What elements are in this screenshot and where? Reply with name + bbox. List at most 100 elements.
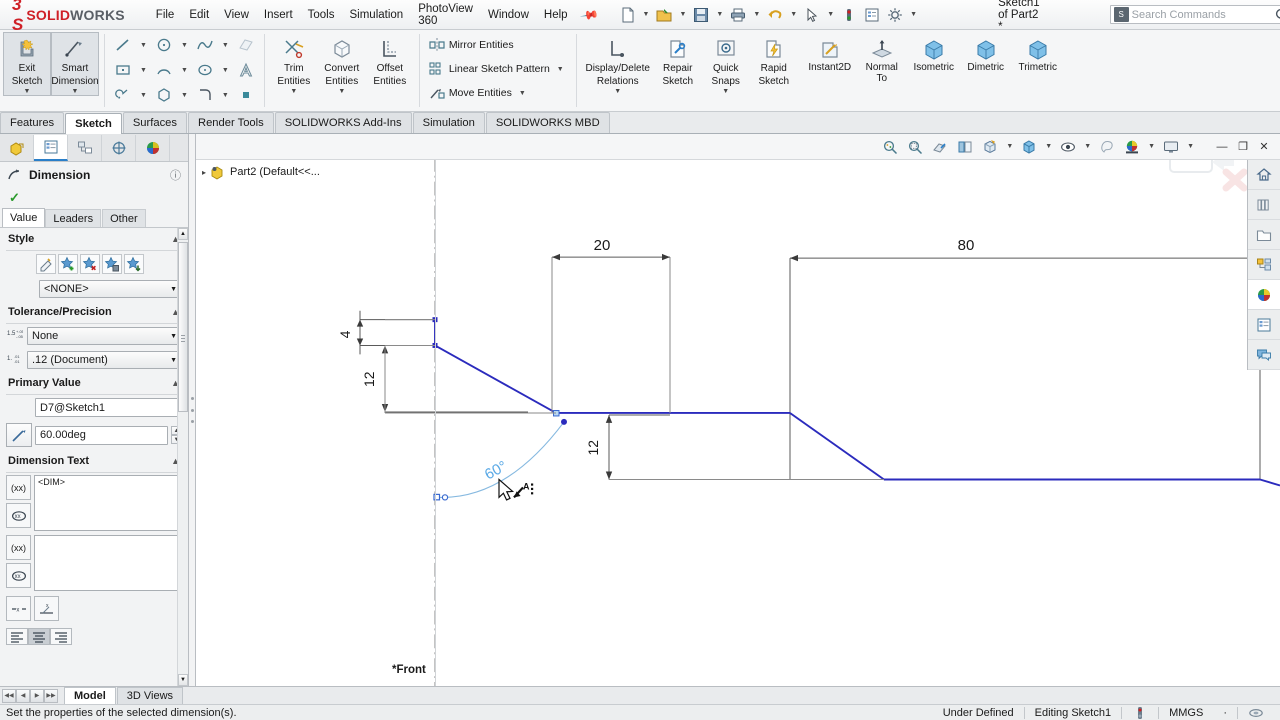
feature-manager-tab[interactable] [0, 134, 34, 161]
nav-prev-button[interactable]: ◀ [16, 688, 30, 703]
hide-show-items-icon[interactable] [1056, 136, 1080, 158]
magnifier-icon[interactable] [1274, 7, 1280, 23]
status-units[interactable]: MMGS [1159, 707, 1213, 719]
add-symbol-icon-2[interactable]: xx [6, 563, 31, 588]
rapid-sketch-button[interactable]: Rapid Sketch [750, 32, 798, 88]
custom-properties-icon[interactable] [1248, 310, 1280, 340]
quick-snaps-dropdown[interactable]: ▼ [722, 88, 729, 95]
hide-show-items-caret[interactable]: ▼ [1081, 143, 1094, 150]
add-prefix-icon[interactable]: (xx) [6, 475, 31, 500]
rectangle-tool-caret[interactable]: ▼ [137, 67, 150, 74]
isometric-button[interactable]: Isometric [908, 33, 960, 74]
save-style-icon[interactable] [102, 254, 122, 274]
view-orientation-caret[interactable]: ▼ [1003, 143, 1016, 150]
configuration-manager-tab[interactable] [68, 134, 102, 161]
appearances-scenes-icon[interactable] [1248, 280, 1280, 310]
zoom-to-area-icon[interactable] [903, 136, 927, 158]
feature-tree-expander[interactable]: ▸ [202, 168, 206, 177]
scroll-up-button[interactable]: ▲ [178, 228, 188, 240]
feature-tree-item[interactable]: ▸ Part2 (Default<<... [202, 164, 320, 180]
sub-tab-other[interactable]: Other [102, 209, 146, 227]
angle-dimension-icon[interactable] [6, 423, 32, 447]
nav-next-button[interactable]: ▶ [30, 688, 44, 703]
tab-solidworks-add-ins[interactable]: SOLIDWORKS Add-Ins [274, 112, 412, 133]
bottom-tab-3d-views[interactable]: 3D Views [116, 687, 184, 704]
bottom-tab-model[interactable]: Model [64, 687, 116, 704]
polygon-tool-caret[interactable]: ▼ [178, 92, 191, 99]
polygon-tool-icon[interactable] [151, 83, 177, 107]
text-tool-icon[interactable] [233, 58, 259, 82]
display-style-icon[interactable] [1017, 136, 1041, 158]
linear-sketch-pattern-caret[interactable]: ▼ [554, 66, 567, 73]
add-symbol-icon[interactable]: xx [6, 503, 31, 528]
primary-value-section-header[interactable]: Primary Value ▲ [0, 372, 188, 392]
open-document-caret[interactable]: ▼ [676, 11, 689, 18]
display-delete-relations-dropdown[interactable]: ▼ [614, 88, 621, 95]
tab-sketch[interactable]: Sketch [65, 113, 122, 134]
surface-tool-icon[interactable] [233, 33, 259, 57]
nav-first-button[interactable]: ◀◀ [2, 688, 16, 703]
slot-tool-icon[interactable] [110, 83, 136, 107]
dimension-text-field[interactable]: <DIM> [34, 475, 182, 531]
arc-tool-caret[interactable]: ▼ [178, 67, 191, 74]
load-style-icon[interactable] [124, 254, 144, 274]
dimetric-button[interactable]: Dimetric [960, 33, 1012, 74]
point-tool-icon[interactable] [233, 83, 259, 107]
exit-sketch-button[interactable]: Exit Sketch ▼ [3, 32, 51, 96]
trim-entities-button[interactable]: Trim Entities ▼ [270, 32, 318, 96]
scrollbar-thumb[interactable] [178, 242, 188, 412]
tab-solidworks-mbd[interactable]: SOLIDWORKS MBD [485, 112, 610, 133]
print-caret[interactable]: ▼ [750, 11, 763, 18]
new-document-caret[interactable]: ▼ [640, 11, 653, 18]
status-units-caret[interactable]: · [1213, 707, 1237, 719]
line-tool-caret[interactable]: ▼ [137, 42, 150, 49]
line-tool-icon[interactable] [110, 33, 136, 57]
select-arrow-icon[interactable] [801, 4, 823, 26]
previous-view-icon[interactable] [928, 136, 952, 158]
delete-style-icon[interactable] [80, 254, 100, 274]
menu-item-insert[interactable]: Insert [257, 5, 300, 25]
menu-item-tools[interactable]: Tools [301, 5, 342, 25]
add-style-icon[interactable] [58, 254, 78, 274]
settings-gear-icon[interactable] [884, 4, 906, 26]
section-view-icon[interactable] [953, 136, 977, 158]
dimension-value-field[interactable]: 60.00deg [35, 425, 168, 445]
sub-tab-leaders[interactable]: Leaders [45, 209, 102, 227]
panel-splitter[interactable] [189, 134, 196, 686]
normal-to-button[interactable]: Normal To [856, 33, 908, 85]
smart-dimension-dropdown[interactable]: ▼ [72, 88, 79, 95]
repair-sketch-button[interactable]: Repair Sketch [654, 32, 702, 88]
spline-tool-caret[interactable]: ▼ [219, 42, 232, 49]
search-commands-box[interactable]: S ▼ [1109, 5, 1280, 24]
menu-item-help[interactable]: Help [537, 5, 575, 25]
circle-tool-caret[interactable]: ▼ [178, 42, 191, 49]
save-caret[interactable]: ▼ [713, 11, 726, 18]
trim-entities-dropdown[interactable]: ▼ [290, 88, 297, 95]
graphics-area[interactable]: ▼ ▼ ▼ ▼ ▼ — ❐ ✕ ▸ Part2 (Default<<... 4 … [196, 134, 1280, 686]
rectangle-tool-icon[interactable] [110, 58, 136, 82]
mirror-entities-button[interactable]: Mirror Entities [425, 33, 518, 57]
solidworks-resources-icon[interactable] [1248, 160, 1280, 190]
undo-caret[interactable]: ▼ [787, 11, 800, 18]
doc-minimize-button[interactable]: — [1212, 137, 1232, 157]
view-settings-icon[interactable] [1159, 136, 1183, 158]
design-library-icon[interactable] [1248, 190, 1280, 220]
dimension-name-field[interactable]: D7@Sketch1 [35, 398, 182, 417]
offset-entities-button[interactable]: Offset Entities [366, 32, 414, 88]
new-document-icon[interactable] [617, 4, 639, 26]
view-settings-caret[interactable]: ▼ [1184, 143, 1197, 150]
select-caret[interactable]: ▼ [824, 11, 837, 18]
menu-item-photoview360[interactable]: PhotoView 360 [411, 0, 480, 31]
offset-text-icon[interactable]: x [34, 596, 59, 621]
apply-style-icon[interactable] [36, 254, 56, 274]
green-check-icon[interactable]: ✓ [9, 190, 20, 206]
center-dimension-icon[interactable]: x [6, 596, 31, 621]
apply-scene-caret[interactable]: ▼ [1145, 143, 1158, 150]
dimension-text-field-2[interactable] [34, 535, 182, 591]
options-list-icon[interactable] [861, 4, 883, 26]
tab-features[interactable]: Features [0, 112, 65, 133]
trimetric-button[interactable]: Trimetric [1012, 33, 1064, 74]
tolerance-type-dropdown[interactable]: None ▼ [27, 327, 182, 345]
property-manager-scrollbar[interactable]: ▲ ▼ [177, 228, 188, 686]
align-center-icon[interactable] [28, 628, 50, 645]
